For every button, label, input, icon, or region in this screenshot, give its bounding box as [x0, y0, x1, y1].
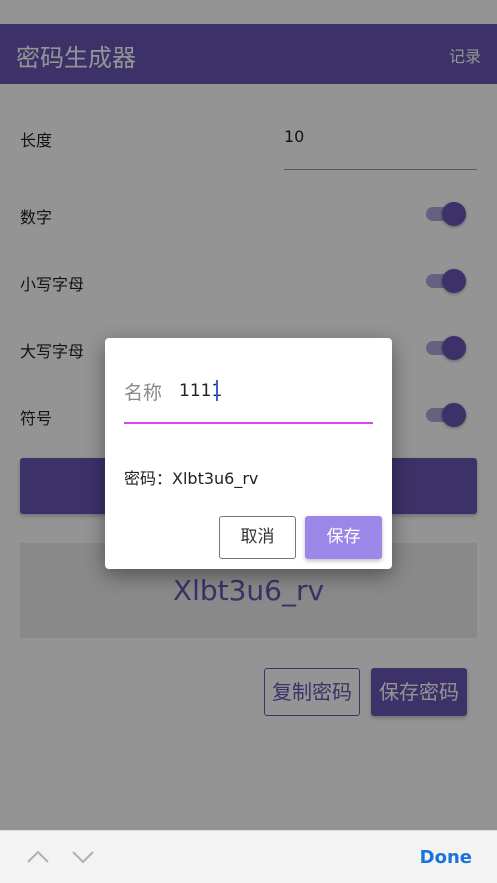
chevron-down-icon[interactable] — [70, 844, 96, 870]
name-label: 名称 — [124, 382, 163, 404]
keyboard-accessory-bar: Done — [0, 830, 497, 883]
text-caret — [216, 380, 218, 401]
dialog-password-text: 密码：Xlbt3u6_rv — [124, 469, 259, 488]
chevron-up-icon[interactable] — [25, 844, 51, 870]
save-dialog: 名称 密码：Xlbt3u6_rv 取消 保存 — [105, 338, 392, 569]
name-input[interactable] — [179, 378, 359, 404]
save-button[interactable]: 保存 — [305, 516, 382, 559]
name-input-underline — [124, 422, 373, 424]
done-button[interactable]: Done — [420, 847, 472, 868]
cancel-button[interactable]: 取消 — [219, 516, 296, 559]
